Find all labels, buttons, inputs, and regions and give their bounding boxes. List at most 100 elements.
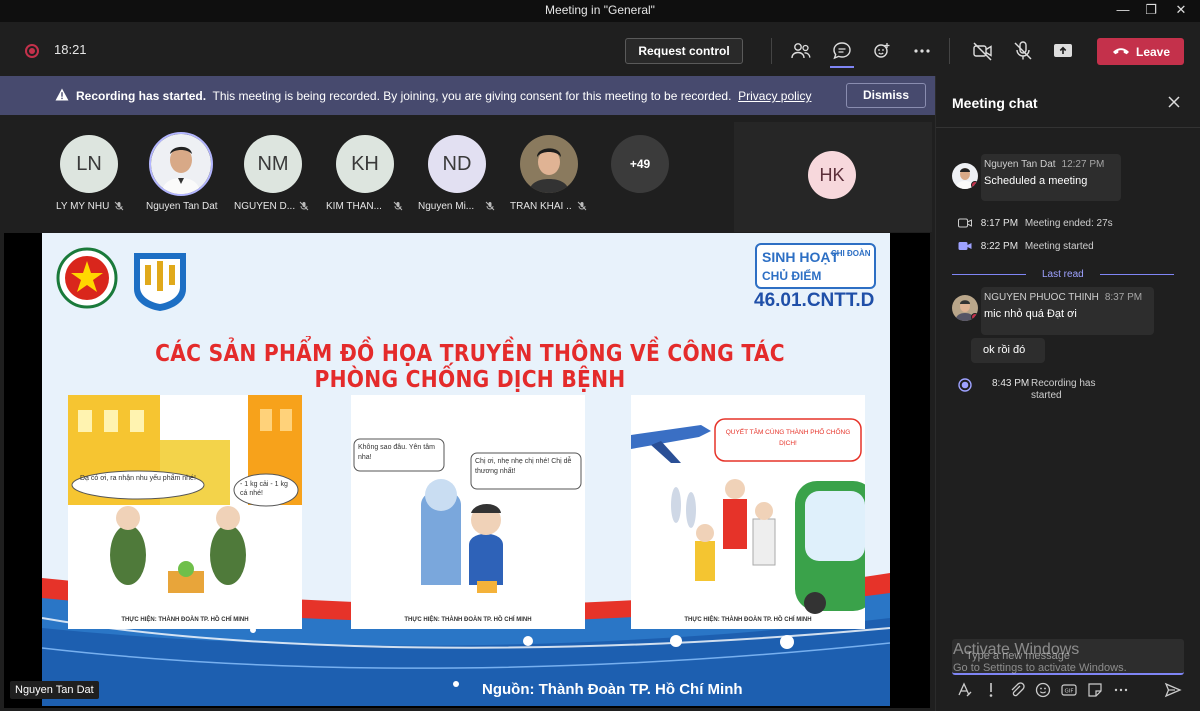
message-time: 12:27 PM xyxy=(1061,159,1105,170)
banner-title: Recording has started. xyxy=(76,89,207,103)
avatar xyxy=(952,295,978,321)
toolbar-divider xyxy=(771,38,772,64)
meeting-event: 8:43 PM xyxy=(992,378,1033,389)
muted-mic-icon xyxy=(393,201,403,211)
avatar: NM xyxy=(244,135,302,193)
participant-name: NGUYEN D... xyxy=(234,201,296,212)
watermark-line2: Go to Settings to activate Windows. xyxy=(953,662,1127,674)
share-screen-icon[interactable] xyxy=(1051,39,1075,63)
participant-tile[interactable]: NM NGUYEN D... xyxy=(228,133,320,217)
class-code: 46.01.CNTT.D xyxy=(754,290,875,311)
more-options-icon[interactable] xyxy=(1112,681,1130,699)
window-titlebar: Meeting in "General" — ❐ ✕ xyxy=(0,0,1200,22)
recording-icon xyxy=(958,378,972,392)
sticker-icon[interactable] xyxy=(1086,681,1104,699)
badge-line3: CHI ĐOÀN xyxy=(831,249,871,258)
chat-header: Meeting chat xyxy=(952,95,1038,111)
participant-tile[interactable]: KH KIM THAN... xyxy=(320,133,412,217)
muted-mic-icon xyxy=(577,201,587,211)
speech-bubble-text: - 1 kg cải - 1 kg cá nhé! xyxy=(240,481,288,497)
watermark-line1: Activate Windows xyxy=(953,641,1080,658)
dismiss-button[interactable]: Dismiss xyxy=(846,83,926,108)
message-time: 8:37 PM xyxy=(1104,292,1143,303)
university-logo xyxy=(134,253,186,311)
leave-button[interactable]: Leave xyxy=(1097,38,1184,65)
event-text: Meeting started xyxy=(1024,241,1094,252)
avatar: ND xyxy=(428,135,486,193)
banner-body: This meeting is being recorded. By joini… xyxy=(212,89,732,103)
close-chat-icon[interactable] xyxy=(1166,94,1182,110)
message-text: Scheduled a meeting xyxy=(984,175,1088,187)
chat-icon[interactable] xyxy=(830,39,854,63)
hang-up-icon xyxy=(1113,48,1129,55)
participant-tile[interactable]: ND Nguyen Mi... xyxy=(412,133,504,217)
youth-union-logo xyxy=(56,247,118,309)
muted-mic-icon xyxy=(485,201,495,211)
window-title: Meeting in "General" xyxy=(545,3,655,17)
send-icon[interactable] xyxy=(1164,681,1182,699)
panel-credit: THỰC HIỆN: THÀNH ĐOÀN TP. HỒ CHÍ MINH xyxy=(121,617,249,623)
recording-banner: Recording has started. This meeting is b… xyxy=(0,76,935,115)
video-camera-icon xyxy=(958,218,972,228)
mic-off-icon[interactable] xyxy=(1011,39,1035,63)
event-time: 8:43 PM xyxy=(992,378,1030,389)
message-sender: NGUYEN PHUOC THINH xyxy=(984,292,1099,303)
close-window-icon[interactable]: ✕ xyxy=(1163,0,1199,22)
emoji-icon[interactable] xyxy=(1034,681,1052,699)
speech-bubble-text: Dạ có ơi, ra nhận nhu yếu phẩm nhé! xyxy=(80,475,196,482)
banner-message: Recording has started. This meeting is b… xyxy=(76,89,811,103)
compose-toolbar: GIF xyxy=(952,681,1184,701)
speech-bubble-text: QUYẾT TÂM CÙNG THÀNH PHỐ CHỐNG DỊCH! xyxy=(725,429,851,447)
illustration-panel: Không sao đâu. Yên tâm nha! Chị ơi, nhẹ … xyxy=(351,395,585,629)
participant-name: TRAN KHAI ... xyxy=(510,201,572,212)
request-control-button[interactable]: Request control xyxy=(625,38,743,64)
illustration-panel: QUYẾT TÂM CÙNG THÀNH PHỐ CHỐNG DỊCH! THỰ… xyxy=(631,395,865,629)
panel-credit: THỰC HIỆN: THÀNH ĐOÀN TP. HỒ CHÍ MINH xyxy=(404,617,532,623)
chat-message[interactable]: Nguyen Tan Dat 12:27 PM Scheduled a meeti… xyxy=(981,154,1121,201)
avatar xyxy=(149,132,213,196)
participant-tile[interactable]: LN LY MY NHU xyxy=(44,133,136,217)
gif-icon[interactable]: GIF xyxy=(1060,681,1078,699)
event-time: 8:22 PM xyxy=(980,241,1019,252)
muted-mic-icon xyxy=(114,201,124,211)
illustration-panel: Dạ có ơi, ra nhận nhu yếu phẩm nhé! - 1 … xyxy=(68,395,302,629)
priority-icon[interactable] xyxy=(982,681,1000,699)
recording-indicator-icon xyxy=(25,44,39,58)
more-options-icon[interactable] xyxy=(910,39,934,63)
avatar: HK xyxy=(808,151,856,199)
format-icon[interactable] xyxy=(956,681,974,699)
camera-off-icon[interactable] xyxy=(971,39,995,63)
chat-message[interactable]: NGUYEN PHUOC THINH 8:37 PM mic nhỏ quá Đạ… xyxy=(981,287,1154,335)
reactions-icon[interactable] xyxy=(870,39,894,63)
presenter-name-tag: Nguyen Tan Dat xyxy=(10,681,99,699)
participant-tile[interactable]: TRAN KHAI ... xyxy=(504,133,596,217)
message-text: ok rồi đó xyxy=(983,344,1026,356)
attach-icon[interactable] xyxy=(1008,681,1026,699)
last-read-marker: Last read xyxy=(952,269,1174,281)
meeting-event: 8:17 PM Meeting ended: 27s xyxy=(958,218,1113,229)
panel-credit: THỰC HIỆN: THÀNH ĐOÀN TP. HỒ CHÍ MINH xyxy=(684,617,812,623)
participants-icon[interactable] xyxy=(789,39,813,63)
slide-source: Nguồn: Thành Đoàn TP. Hồ Chí Minh xyxy=(482,681,743,698)
more-participants-tile[interactable]: +49 xyxy=(595,133,687,217)
message-sender: Nguyen Tan Dat xyxy=(984,159,1056,170)
leave-label: Leave xyxy=(1136,45,1171,59)
avatar: KH xyxy=(336,135,394,193)
privacy-policy-link[interactable]: Privacy policy xyxy=(738,89,811,103)
participant-name: Nguyen Tan Dat xyxy=(146,201,218,212)
participant-name: Nguyen Mi... xyxy=(418,201,475,212)
avatar xyxy=(520,135,578,193)
event-text: Meeting ended: 27s xyxy=(1024,218,1113,229)
status-dot xyxy=(971,181,978,189)
chat-message[interactable]: ok rồi đó xyxy=(971,338,1045,363)
activate-windows-watermark: Activate Windows Go to Settings to activ… xyxy=(953,641,1127,674)
chat-divider xyxy=(936,127,1200,128)
speech-bubble-text: Chị ơi, nhẹ nhẹ chị nhé! Chị dễ thương n… xyxy=(475,458,572,475)
event-time: 8:17 PM xyxy=(980,218,1019,229)
participant-tile[interactable]: Nguyen Tan Dat xyxy=(135,132,227,217)
muted-mic-icon xyxy=(299,201,309,211)
meeting-toolbar: 18:21 Request control Leave xyxy=(0,22,1200,76)
toolbar-divider xyxy=(949,38,950,64)
video-camera-icon xyxy=(958,242,972,251)
more-participants-count: +49 xyxy=(611,135,669,193)
